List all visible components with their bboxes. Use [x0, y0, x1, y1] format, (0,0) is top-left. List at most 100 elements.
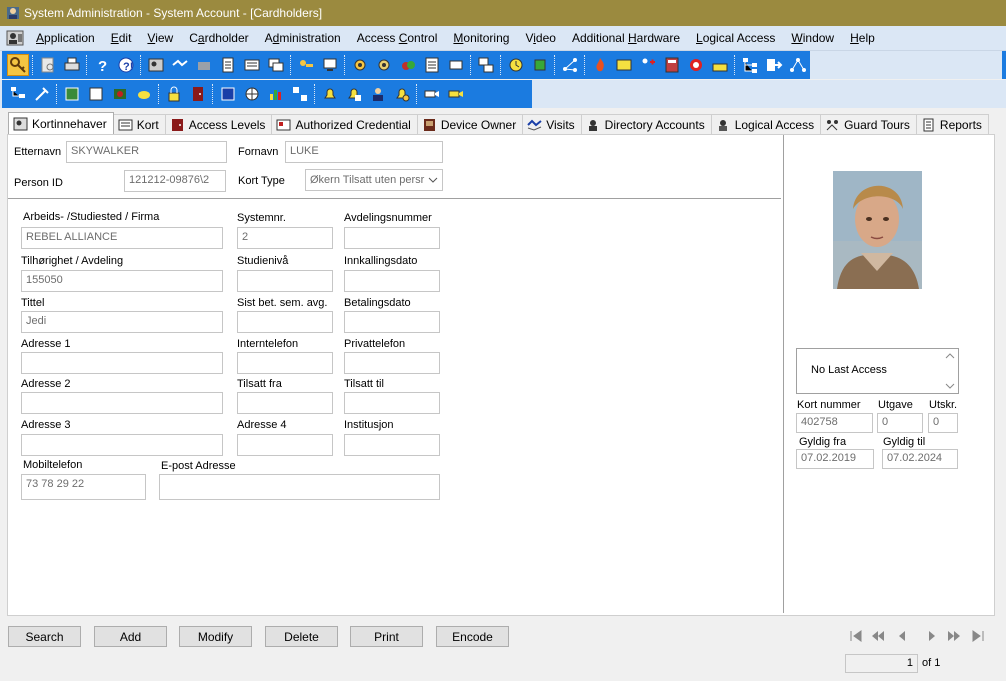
gyldig-fra-field[interactable]: 07.02.2019	[796, 449, 874, 469]
card-formats-button[interactable]	[445, 54, 467, 76]
modify-button[interactable]: Modify	[179, 626, 252, 647]
segments-button[interactable]	[739, 54, 761, 76]
tools-button[interactable]	[31, 83, 53, 105]
hand-button[interactable]	[133, 83, 155, 105]
access-panels-button[interactable]	[349, 54, 371, 76]
alarm-bell-button[interactable]	[319, 83, 341, 105]
badge-layouts-button[interactable]	[241, 54, 263, 76]
users-button[interactable]	[295, 54, 317, 76]
institusjon-field[interactable]	[344, 434, 440, 456]
workstations-button[interactable]	[475, 54, 497, 76]
menu-view[interactable]: View	[139, 26, 181, 51]
last-access-box[interactable]: No Last Access	[796, 348, 959, 394]
page-number-field[interactable]: 1	[845, 654, 918, 673]
kort-type-select[interactable]: Økern Tilsatt uten persr	[305, 169, 443, 191]
matrix-button[interactable]	[289, 83, 311, 105]
menu-monitoring[interactable]: Monitoring	[445, 26, 517, 51]
menu-logical-access[interactable]: Logical Access	[688, 26, 783, 51]
cardholders-button[interactable]	[145, 54, 167, 76]
fire-panels-button[interactable]	[589, 54, 611, 76]
tab-kortinnehaver[interactable]: Kortinnehaver	[8, 112, 114, 134]
assets-button[interactable]	[193, 54, 215, 76]
fornavn-field[interactable]: LUKE	[285, 141, 443, 163]
guard-button[interactable]	[367, 83, 389, 105]
menu-video[interactable]: Video	[517, 26, 564, 51]
pos-devices-button[interactable]	[709, 54, 731, 76]
print-button[interactable]: Print	[350, 626, 423, 647]
camera-button[interactable]	[109, 83, 131, 105]
alarm-panels-button[interactable]	[421, 54, 443, 76]
door-button[interactable]	[187, 83, 209, 105]
avdelingsnummer-field[interactable]	[344, 227, 440, 249]
menu-application[interactable]: Application	[28, 26, 103, 51]
studieniva-field[interactable]	[237, 270, 333, 292]
intrusion-button[interactable]	[529, 54, 551, 76]
alarm-inputs-button[interactable]	[397, 54, 419, 76]
visits-toolbar-button[interactable]	[169, 54, 191, 76]
fast-back-icon[interactable]	[870, 628, 886, 644]
add-button[interactable]: Add	[94, 626, 167, 647]
tilhorighet-field[interactable]: 155050	[21, 270, 223, 292]
multimedia-capture-button[interactable]	[265, 54, 287, 76]
search-button[interactable]: Search	[8, 626, 81, 647]
tab-authorized-credential[interactable]: Authorized Credential	[271, 114, 418, 134]
tab-reports[interactable]: Reports	[915, 114, 989, 134]
menu-administration[interactable]: Administration	[257, 26, 349, 51]
area-anti-passback-button[interactable]	[559, 54, 581, 76]
readers-button[interactable]	[373, 54, 395, 76]
dvr-button[interactable]	[613, 54, 635, 76]
video-settings-button[interactable]	[445, 83, 467, 105]
reports-toolbar-button[interactable]	[217, 54, 239, 76]
cardholder-photo[interactable]	[833, 171, 922, 289]
system-tree-button[interactable]	[7, 83, 29, 105]
last-access-scrollbar[interactable]	[944, 351, 956, 391]
video-camera-button[interactable]	[421, 83, 443, 105]
kort-nummer-field[interactable]: 402758	[796, 413, 873, 433]
betalingsdato-field[interactable]	[344, 311, 440, 333]
delete-button[interactable]: Delete	[265, 626, 338, 647]
personal-safety-button[interactable]	[637, 54, 659, 76]
lock-button[interactable]	[163, 83, 185, 105]
tittel-field[interactable]: Jedi	[21, 311, 223, 333]
alarm-monitoring-button[interactable]	[343, 83, 365, 105]
tab-access-levels[interactable]: Access Levels	[164, 114, 273, 134]
tab-directory-accounts[interactable]: Directory Accounts	[580, 114, 712, 134]
privattelefon-field[interactable]	[344, 352, 440, 374]
previous-record-icon[interactable]	[894, 628, 910, 644]
menu-additional-hardware[interactable]: Additional Hardware	[564, 26, 688, 51]
menu-edit[interactable]: Edit	[103, 26, 140, 51]
adresse4-field[interactable]	[237, 434, 333, 456]
tab-guard-tours[interactable]: Guard Tours	[820, 114, 917, 134]
epost-field[interactable]	[159, 474, 440, 500]
globe-button[interactable]	[241, 83, 263, 105]
innkallingsdato-field[interactable]	[344, 270, 440, 292]
transfer-button[interactable]	[763, 54, 785, 76]
interntelefon-field[interactable]	[237, 352, 333, 374]
fast-forward-icon[interactable]	[946, 628, 962, 644]
print-button-toolbar[interactable]	[61, 54, 83, 76]
tab-visits[interactable]: Visits	[522, 114, 582, 134]
utgave-field[interactable]: 0	[877, 413, 923, 433]
intercom-button[interactable]	[661, 54, 683, 76]
building-button[interactable]	[61, 83, 83, 105]
tab-logical-access[interactable]: Logical Access	[710, 114, 822, 134]
timezones-button[interactable]	[505, 54, 527, 76]
sist-bet-field[interactable]	[237, 311, 333, 333]
chart-button[interactable]	[265, 83, 287, 105]
menu-cardholder[interactable]: Cardholder	[181, 26, 256, 51]
panel2-button[interactable]	[85, 83, 107, 105]
help-button[interactable]: ?	[91, 54, 113, 76]
adresse3-field[interactable]	[21, 434, 223, 456]
person-id-field[interactable]: 121212-09876\2	[124, 170, 226, 192]
mobiltelefon-field[interactable]: 73 78 29 22	[21, 474, 146, 500]
last-record-icon[interactable]	[970, 628, 986, 644]
scroll-up-icon[interactable]	[945, 353, 955, 359]
arbeidssted-field[interactable]: REBEL ALLIANCE	[21, 227, 223, 249]
tilsatt-fra-field[interactable]	[237, 392, 333, 414]
encode-button[interactable]: Encode	[436, 626, 509, 647]
system-options-button[interactable]	[319, 54, 341, 76]
network-button[interactable]	[787, 54, 809, 76]
menu-help[interactable]: Help	[842, 26, 883, 51]
systemnr-field[interactable]: 2	[237, 227, 333, 249]
first-record-icon[interactable]	[848, 628, 864, 644]
